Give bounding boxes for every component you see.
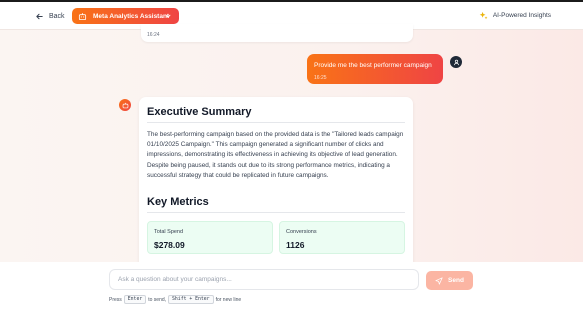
enter-key: Enter bbox=[123, 295, 147, 304]
user-icon bbox=[453, 59, 459, 65]
metric-card-conversions: Conversions 1126 bbox=[279, 221, 405, 254]
back-label: Back bbox=[49, 12, 65, 20]
user-message-text: Provide me the best performer campaign bbox=[314, 62, 432, 69]
assistant-avatar bbox=[119, 99, 131, 111]
user-avatar bbox=[450, 56, 462, 68]
executive-summary-text: The best-performing campaign based on th… bbox=[147, 131, 404, 179]
divider bbox=[147, 122, 405, 123]
metric-value: 1126 bbox=[286, 240, 305, 250]
key-metrics-heading: Key Metrics bbox=[147, 196, 209, 208]
previous-message-card: 16:24 bbox=[141, 24, 413, 42]
back-button[interactable]: Back bbox=[35, 9, 65, 23]
metric-label: Total Spend bbox=[154, 229, 184, 235]
keyboard-hint: Press Enter to send, Shift + Enter for n… bbox=[109, 295, 241, 304]
ai-insights-indicator: AI-Powered Insights bbox=[479, 11, 551, 20]
user-message-time: 16:25 bbox=[314, 75, 327, 81]
previous-message-time: 16:24 bbox=[147, 32, 160, 38]
executive-summary-heading: Executive Summary bbox=[147, 106, 252, 118]
hint-new-line: for new line bbox=[215, 296, 242, 303]
assistant-selector[interactable]: Meta Analytics Assistant bbox=[72, 8, 179, 24]
assistant-response-card: Executive Summary The best-performing ca… bbox=[139, 97, 413, 287]
metric-label: Conversions bbox=[286, 229, 317, 235]
divider bbox=[147, 212, 405, 213]
send-button[interactable]: Send bbox=[426, 271, 473, 290]
question-input[interactable] bbox=[109, 269, 419, 290]
sparkles-icon bbox=[479, 11, 488, 20]
send-icon bbox=[435, 276, 443, 285]
arrow-left-icon bbox=[36, 13, 43, 19]
assistant-label: Meta Analytics Assistant bbox=[93, 12, 170, 20]
send-label: Send bbox=[448, 277, 464, 284]
shift-enter-key: Shift + Enter bbox=[168, 295, 214, 304]
bot-icon bbox=[78, 12, 87, 20]
hint-to-send: to send, bbox=[148, 296, 167, 303]
chevron-down-icon bbox=[165, 14, 171, 18]
bot-icon bbox=[122, 102, 128, 108]
user-message-bubble: Provide me the best performer campaign 1… bbox=[307, 54, 443, 84]
metric-value: $278.09 bbox=[154, 240, 185, 250]
ai-insights-label: AI-Powered Insights bbox=[492, 12, 551, 19]
hint-press: Press bbox=[109, 296, 122, 303]
metric-card-total-spend: Total Spend $278.09 bbox=[147, 221, 273, 254]
message-composer: Send Press Enter to send, Shift + Enter … bbox=[0, 262, 583, 309]
